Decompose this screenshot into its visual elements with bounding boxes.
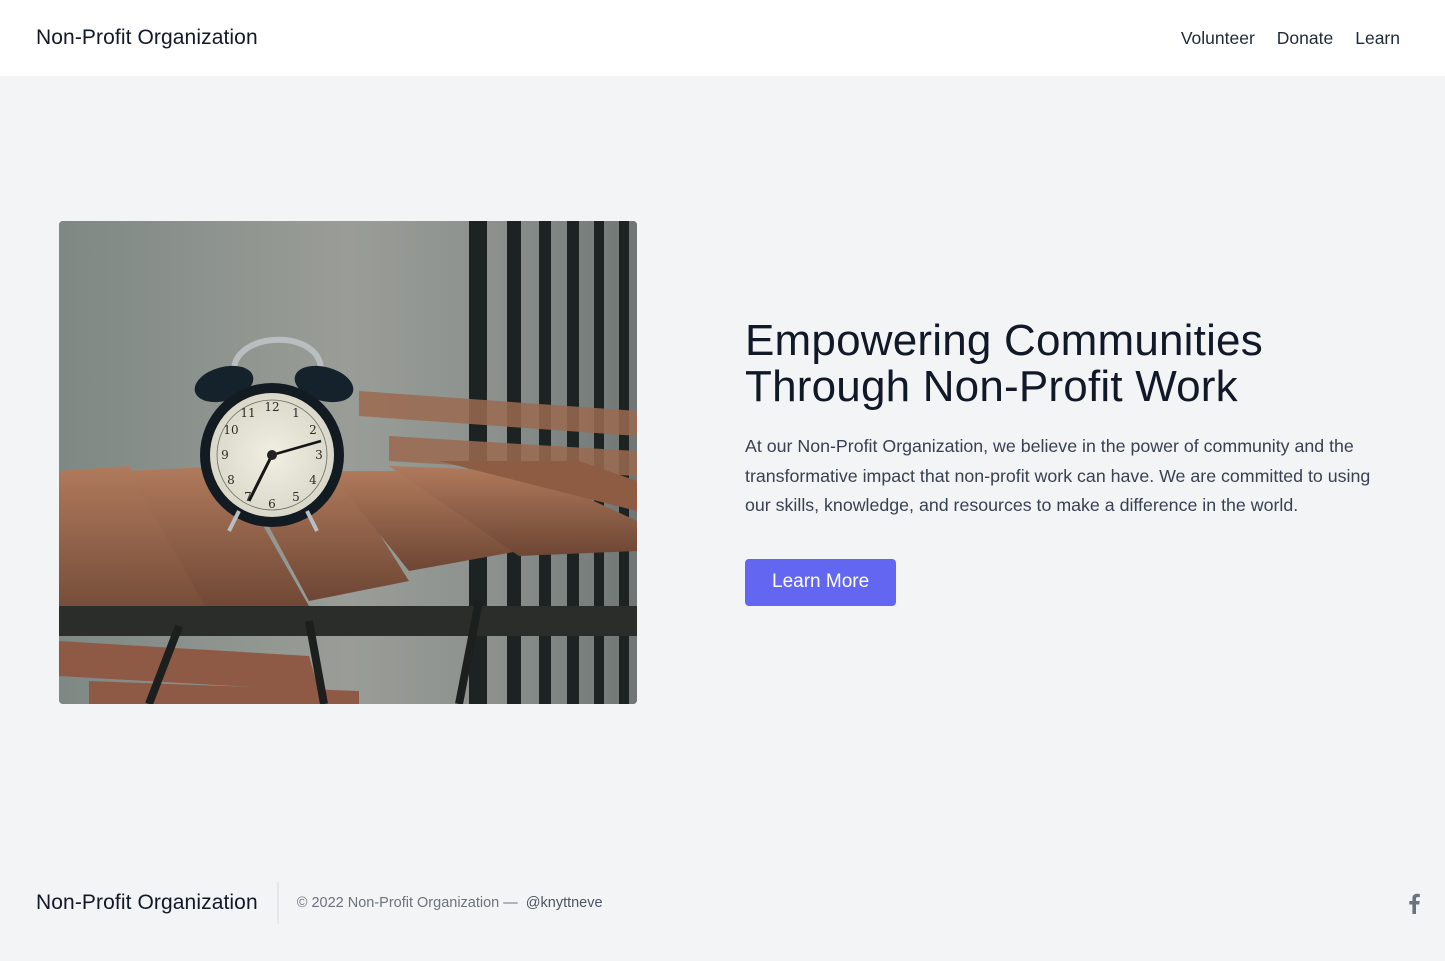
svg-text:2: 2 [309, 423, 317, 437]
svg-text:4: 4 [309, 473, 317, 487]
footer-brand-link[interactable]: Non-Profit Organization [36, 891, 258, 915]
svg-text:6: 6 [268, 497, 276, 511]
svg-text:9: 9 [221, 448, 229, 462]
hero-description: At our Non-Profit Organization, we belie… [745, 436, 1371, 515]
learn-more-button[interactable]: Learn More [745, 558, 897, 606]
header-brand-link[interactable]: Non-Profit Organization [36, 26, 258, 50]
facebook-icon [1409, 893, 1420, 914]
svg-text:5: 5 [292, 490, 300, 504]
nav-link-learn[interactable]: Learn [1355, 28, 1400, 49]
site-header: Non-Profit Organization Volunteer Donate… [0, 0, 1445, 76]
hero-content: Empowering Communities Through Non-Profi… [745, 318, 1395, 606]
alarm-clock-illustration: 12 1 2 3 4 5 6 7 8 9 10 11 [59, 221, 637, 704]
facebook-link[interactable] [1407, 892, 1421, 914]
svg-text:1: 1 [292, 406, 300, 420]
footer-divider [276, 882, 279, 924]
hero-image: 12 1 2 3 4 5 6 7 8 9 10 11 [59, 221, 637, 704]
svg-text:3: 3 [315, 448, 323, 462]
svg-text:8: 8 [227, 473, 235, 487]
main-nav: Volunteer Donate Learn [1159, 28, 1400, 49]
copyright-text: © 2022 Non-Profit Organization — [296, 895, 518, 911]
site-footer: Non-Profit Organization © 2022 Non-Profi… [0, 880, 1445, 926]
svg-text:10: 10 [223, 423, 238, 437]
hero-title: Empowering Communities Through Non-Profi… [745, 316, 1263, 411]
svg-text:12: 12 [264, 400, 279, 414]
svg-text:11: 11 [240, 406, 255, 420]
social-links [1407, 892, 1421, 914]
nav-link-donate[interactable]: Donate [1277, 28, 1333, 49]
nav-link-volunteer[interactable]: Volunteer [1181, 28, 1255, 49]
author-handle-link[interactable]: @knyttneve [526, 895, 603, 911]
